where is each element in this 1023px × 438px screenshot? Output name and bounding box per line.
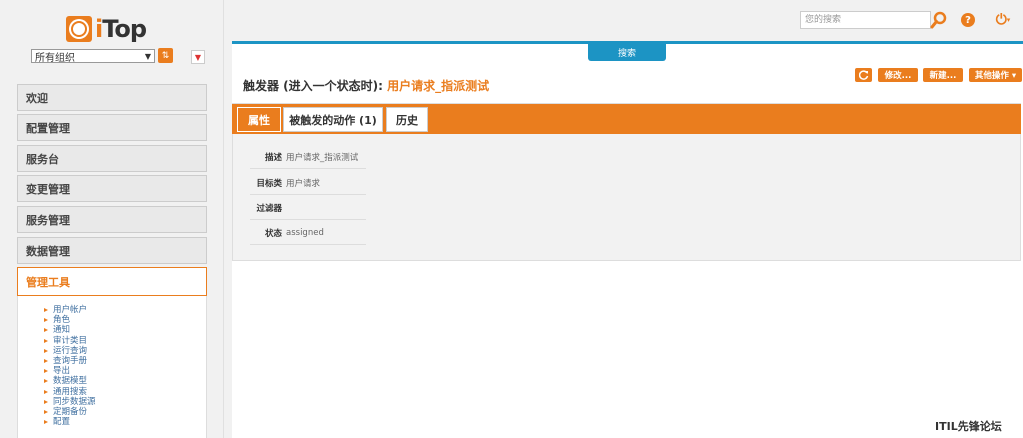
submenu-item[interactable]: 配置: [44, 417, 96, 427]
submenu-item[interactable]: 运行查询: [44, 346, 96, 356]
menu-label: 变更管理: [26, 182, 70, 196]
chevron-down-icon: ▼: [144, 51, 151, 61]
pin-icon[interactable]: ▼: [191, 50, 205, 64]
submenu-item[interactable]: 定期备份: [44, 407, 96, 417]
refresh-icon[interactable]: [855, 68, 872, 82]
submenu-item[interactable]: 用户帐户: [44, 305, 96, 315]
menu-welcome[interactable]: 欢迎: [17, 84, 207, 111]
menu-data-management[interactable]: 数据管理: [17, 237, 207, 264]
left-pane: iTop 所有组织 ▼ ⇅ ▼ 欢迎 配置管理 服务台 变更管理 服务管理 数据…: [0, 0, 224, 438]
global-search-input[interactable]: [800, 11, 931, 29]
field-label: 过滤器: [256, 203, 282, 214]
field-value: assigned: [286, 227, 324, 238]
menu-service-management[interactable]: 服务管理: [17, 206, 207, 233]
menu-label: 服务台: [26, 152, 59, 166]
search-tab-label: 搜索: [617, 49, 636, 59]
menu-label: 数据管理: [26, 244, 70, 258]
organization-select[interactable]: 所有组织 ▼: [31, 49, 155, 64]
submenu-item[interactable]: 数据模型: [44, 376, 96, 386]
field-label: 状态: [264, 228, 282, 239]
title-object-name: 用户请求_指派测试: [387, 79, 490, 93]
other-actions-button[interactable]: 其他操作 ▾: [969, 68, 1022, 82]
tab-label: 属性: [248, 113, 270, 127]
search-drawer-tab[interactable]: 搜索: [588, 44, 666, 61]
help-icon[interactable]: ?: [960, 10, 976, 30]
field-state: 状态 assigned: [250, 221, 366, 245]
submenu-item[interactable]: 角色: [44, 315, 96, 325]
logo-text-rest: Top: [102, 15, 147, 43]
field-description: 描述 用户请求_指派测试: [250, 145, 366, 169]
modify-label: 修改...: [884, 71, 912, 81]
menu-label: 配置管理: [26, 121, 70, 135]
tab-properties[interactable]: 属性: [237, 107, 281, 132]
submenu-item[interactable]: 同步数据源: [44, 397, 96, 407]
menu-label: 欢迎: [26, 91, 48, 105]
tab-label: 被触发的动作 (1): [289, 113, 377, 127]
menu-service-desk[interactable]: 服务台: [17, 145, 207, 172]
org-filter-icon[interactable]: ⇅: [158, 48, 173, 63]
tab-history[interactable]: 历史: [386, 107, 428, 132]
organization-select-value: 所有组织: [35, 52, 75, 64]
menu-config-management[interactable]: 配置管理: [17, 114, 207, 141]
modify-button[interactable]: 修改...: [878, 68, 918, 82]
field-target-class: 目标类 用户请求: [250, 171, 366, 195]
menu-admin-tools[interactable]: 管理工具: [17, 267, 207, 296]
submenu-item[interactable]: 审计类目: [44, 336, 96, 346]
field-value: 用户请求: [286, 178, 321, 189]
new-button[interactable]: 新建...: [923, 68, 963, 82]
field-filter: 过滤器: [250, 196, 366, 220]
title-prefix: 触发器 (进入一个状态时):: [243, 79, 388, 93]
tab-label: 历史: [396, 113, 418, 127]
menu-label: 服务管理: [26, 213, 70, 227]
admin-submenu: 用户帐户 角色 通知 审计类目 运行查询 查询手册 导出 数据模型 通用搜索 同…: [17, 296, 207, 438]
other-actions-label: 其他操作 ▾: [974, 71, 1017, 81]
field-value: 用户请求_指派测试: [286, 152, 359, 163]
field-label: 描述: [264, 152, 282, 163]
menu-label: 管理工具: [26, 275, 70, 289]
tab-triggered-actions[interactable]: 被触发的动作 (1): [283, 107, 383, 132]
new-label: 新建...: [929, 71, 957, 81]
itop-logo-icon: [66, 16, 92, 42]
submenu-item[interactable]: 查询手册: [44, 356, 96, 366]
help-glyph: ?: [961, 13, 975, 27]
page-title: 触发器 (进入一个状态时): 用户请求_指派测试: [243, 77, 489, 94]
submenu-item[interactable]: 通知: [44, 325, 96, 335]
submenu-item[interactable]: 通用搜索: [44, 387, 96, 397]
forum-watermark: ITIL先锋论坛: [935, 420, 1002, 433]
itop-logo[interactable]: iTop: [66, 14, 147, 44]
submenu-item[interactable]: 导出: [44, 366, 96, 376]
power-icon[interactable]: ⏻ ▾: [991, 10, 1015, 30]
search-icon[interactable]: [929, 10, 949, 30]
field-label: 目标类: [256, 178, 282, 189]
menu-change-management[interactable]: 变更管理: [17, 175, 207, 202]
